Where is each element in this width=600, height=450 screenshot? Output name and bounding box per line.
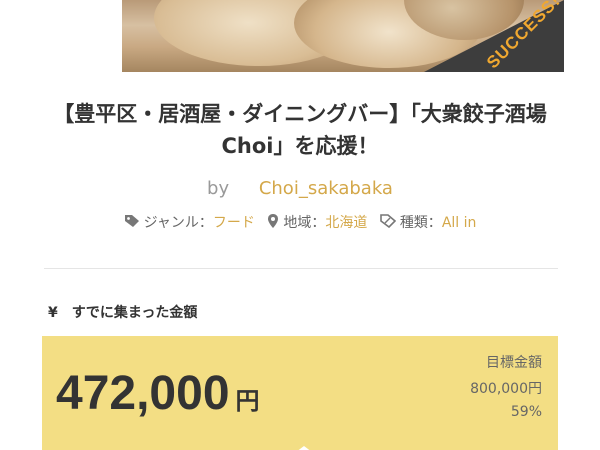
raised-amount-unit: 円 — [235, 388, 260, 415]
goal-percent: 59% — [510, 404, 542, 420]
region-label: 地域： — [283, 215, 326, 231]
region-value-link[interactable]: 北海道 — [325, 215, 367, 231]
section-divider — [44, 268, 558, 269]
raised-amount: 472,000 円 — [56, 366, 260, 421]
type-label: 種類： — [399, 215, 442, 231]
location-pin-icon — [267, 213, 279, 233]
by-label: by — [207, 178, 230, 199]
raised-amount-value: 472,000 — [56, 367, 230, 420]
goal-label: 目標金額 — [486, 355, 542, 371]
goal-amount: 800,000円 — [470, 381, 542, 397]
box-pointer — [296, 446, 312, 450]
funding-summary-box: 472,000 円 目標金額 800,000円 59% — [42, 336, 558, 450]
success-badge: SUCCESS! — [424, 0, 564, 72]
type-value-link[interactable]: All in — [442, 215, 477, 231]
type-tag-icon — [380, 214, 396, 232]
genre-label: ジャンル： — [143, 215, 213, 231]
project-meta: ジャンル：フード 地域：北海道 種類：All in — [0, 212, 600, 233]
project-byline: by Choi_sakabaka — [0, 178, 600, 199]
genre-value-link[interactable]: フード — [213, 215, 255, 231]
project-title: 【豊平区・居酒屋・ダイニングバー】「大衆餃子酒場Choi」を応援！ — [53, 102, 547, 158]
raised-label: ¥ すでに集まった金額 — [48, 305, 198, 321]
project-hero: SUCCESS! — [0, 0, 600, 72]
image-margin — [44, 0, 122, 72]
author-link[interactable]: Choi_sakabaka — [259, 178, 393, 199]
tag-icon — [124, 214, 140, 232]
